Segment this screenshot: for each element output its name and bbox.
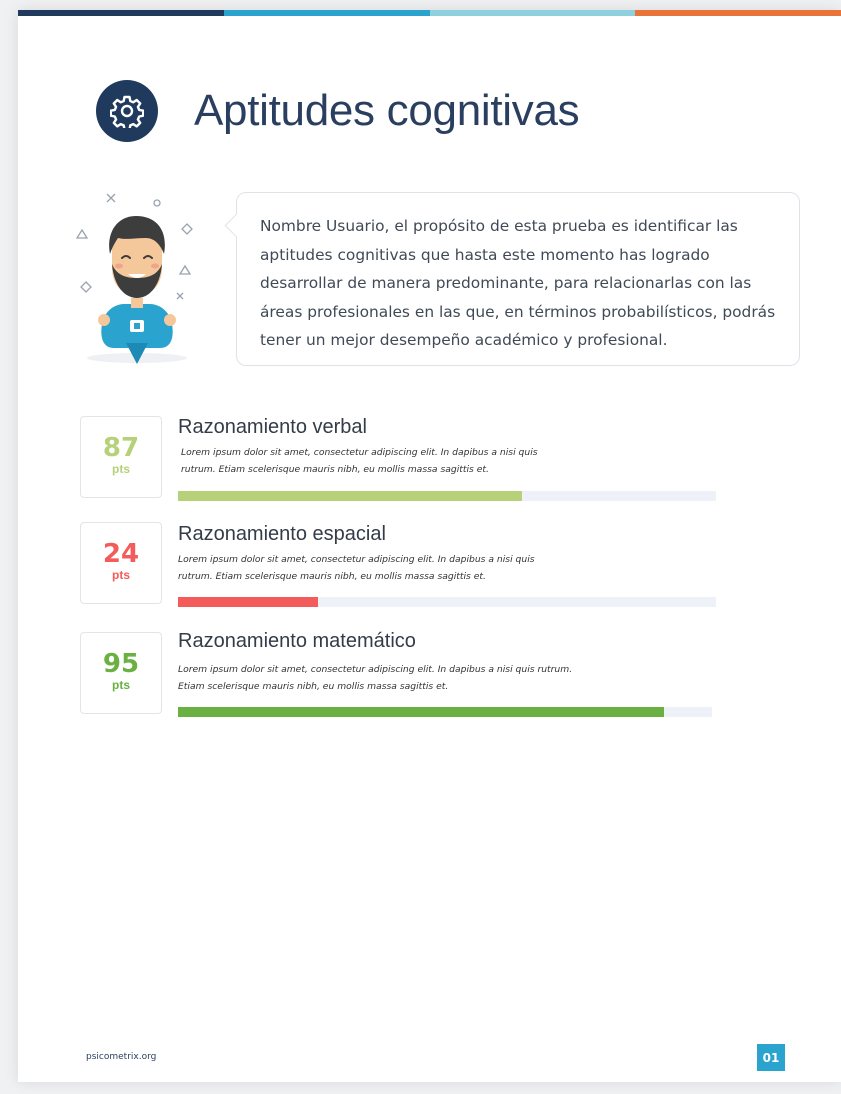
bearded-man-avatar (74, 188, 204, 368)
aptitude-title-espacial: Razonamiento espacial (178, 523, 386, 545)
page-number: 01 (757, 1044, 785, 1071)
bubble-tail (224, 213, 249, 238)
progress-fill-espacial (178, 597, 318, 607)
score-card-matematico: 95 pts (80, 632, 162, 714)
score-value: 87 (102, 433, 140, 463)
progress-fill-verbal (178, 491, 523, 501)
progress-fill-matematico (178, 707, 664, 717)
score-unit: pts (112, 678, 130, 692)
score-card-verbal: 87 pts (80, 416, 162, 498)
color-bar-segment (635, 10, 841, 16)
color-bar-segment (429, 10, 636, 16)
intro-text: Nombre Usuario, el propósito de esta pru… (260, 217, 776, 349)
aptitude-title-matematico: Razonamiento matemático (178, 630, 416, 652)
footer-url: psicometrix.org (86, 1052, 157, 1062)
progress-track-verbal (178, 491, 716, 501)
score-card-espacial: 24 pts (80, 522, 162, 604)
score-value: 24 (102, 539, 140, 569)
aptitude-title-verbal: Razonamiento verbal (178, 416, 367, 438)
report-page: Aptitudes cognitivas Nombre Usuario, el … (18, 10, 841, 1082)
aptitude-description-verbal: Lorem ipsum dolor sit amet, consectetur … (181, 447, 538, 475)
gear-icon (96, 80, 158, 142)
aptitude-description-matematico: Lorem ipsum dolor sit amet, consectetur … (178, 664, 573, 692)
progress-track-espacial (178, 597, 716, 607)
color-bar (18, 10, 841, 16)
score-unit: pts (112, 462, 130, 476)
score-value: 95 (102, 649, 140, 679)
color-bar-segment (223, 10, 430, 16)
aptitude-description-espacial: Lorem ipsum dolor sit amet, consectetur … (178, 554, 535, 582)
score-unit: pts (112, 568, 130, 582)
color-bar-segment (18, 10, 224, 16)
intro-speech-bubble: Nombre Usuario, el propósito de esta pru… (224, 192, 800, 366)
progress-track-matematico (178, 707, 712, 717)
page-title: Aptitudes cognitivas (194, 86, 580, 135)
